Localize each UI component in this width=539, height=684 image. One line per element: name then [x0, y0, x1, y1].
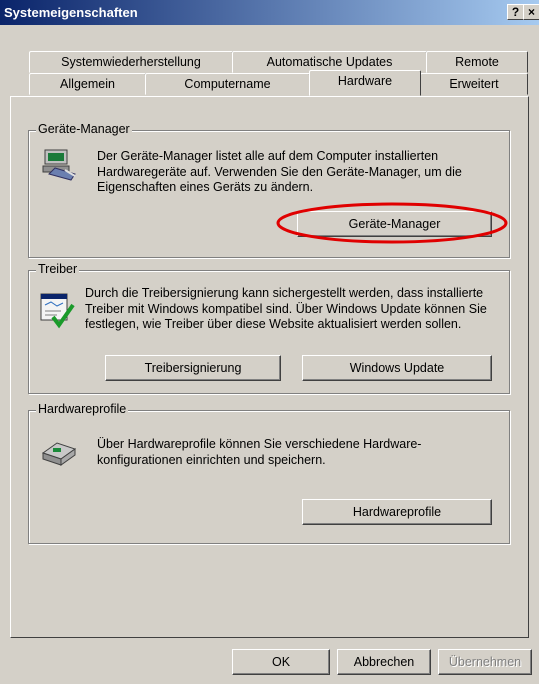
- hardware-profiles-button[interactable]: Hardwareprofile: [302, 499, 492, 525]
- help-button[interactable]: ?: [507, 4, 524, 20]
- driver-signing-button[interactable]: Treibersignierung: [105, 355, 281, 381]
- device-manager-description: Der Geräte-Manager listet alle auf dem C…: [97, 149, 462, 194]
- ok-button[interactable]: OK: [232, 649, 330, 675]
- tab-allgemein[interactable]: Allgemein: [29, 73, 146, 95]
- windows-update-button[interactable]: Windows Update: [302, 355, 492, 381]
- drivers-group: Treiber Durch die Treibersignierung kann…: [28, 262, 510, 394]
- hardware-profiles-group: Hardwareprofile Über Hardwareprofile kön…: [28, 402, 510, 544]
- tab-hardware[interactable]: Hardware: [309, 70, 421, 96]
- tab-erweitert[interactable]: Erweitert: [420, 73, 528, 95]
- drivers-description: Durch die Treibersignierung kann sicherg…: [85, 286, 487, 331]
- tab-computername[interactable]: Computername: [145, 73, 310, 95]
- window-title: Systemeigenschaften: [4, 5, 138, 20]
- close-button[interactable]: ×: [523, 4, 539, 20]
- driver-signing-icon: [40, 293, 75, 329]
- red-highlight-ellipse: [276, 202, 508, 244]
- hardware-profiles-icon: [41, 442, 77, 466]
- device-manager-group: Geräte-Manager Der Geräte-Manager listet…: [28, 122, 510, 258]
- drivers-group-label: Treiber: [36, 262, 80, 276]
- hardware-profiles-group-label: Hardwareprofile: [36, 402, 129, 416]
- tab-remote[interactable]: Remote: [426, 51, 528, 73]
- hardware-profiles-description: Über Hardwareprofile können Sie verschie…: [97, 437, 422, 467]
- tab-systemwiederherstellung[interactable]: Systemwiederherstellung: [29, 51, 233, 73]
- apply-button[interactable]: Übernehmen: [438, 649, 532, 675]
- device-manager-icon: [42, 149, 76, 181]
- device-manager-group-label: Geräte-Manager: [36, 122, 132, 136]
- title-bar[interactable]: Systemeigenschaften ? ×: [0, 0, 539, 25]
- cancel-button[interactable]: Abbrechen: [337, 649, 431, 675]
